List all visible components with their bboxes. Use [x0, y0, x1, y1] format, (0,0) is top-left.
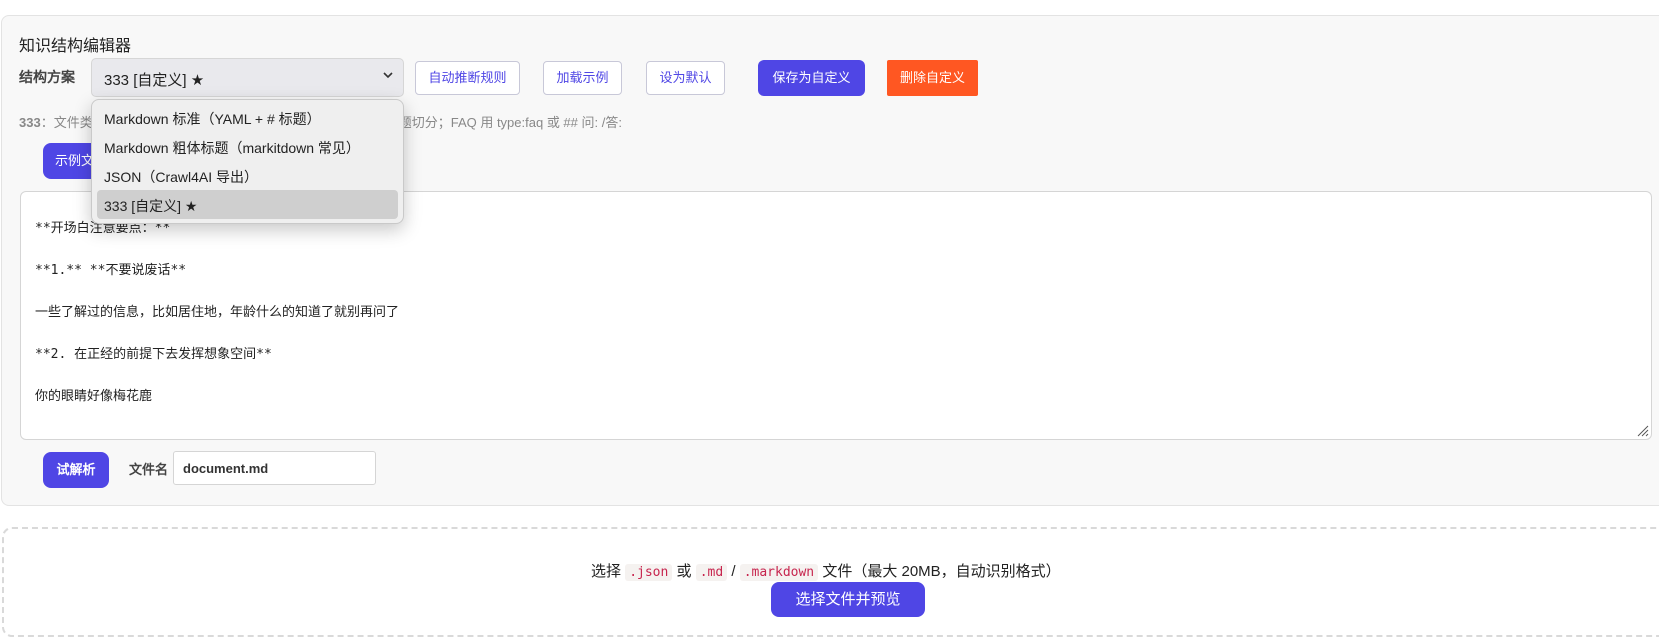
hint-scheme-name: 333: [19, 115, 41, 130]
chevron-down-icon: [383, 67, 393, 83]
ext-md: .md: [695, 564, 728, 581]
text-line: 你的眼睛好像梅花鹿: [35, 389, 153, 404]
hint-suffix: 题切分；FAQ 用 type:faq 或 ## 问: /答:: [398, 115, 622, 130]
source-textarea[interactable]: **开场白注意要点：** **1.** **不要说废话** 一些了解过的信息，比…: [20, 191, 1652, 440]
text-line: **1.** **不要说废话**: [35, 263, 187, 278]
scheme-label: 结构方案: [19, 69, 75, 85]
upload-slash: /: [731, 563, 736, 580]
upload-instructions: 选择 .json 或 .md / .markdown 文件（最大 20MB，自动…: [591, 560, 1061, 581]
text-line: 一些了解过的信息，比如居住地，年龄什么的知道了就别再问了: [35, 305, 400, 320]
filename-label: 文件名: [129, 462, 169, 477]
delete-custom-button[interactable]: 删除自定义: [887, 60, 978, 96]
select-file-button[interactable]: 选择文件并预览: [771, 582, 925, 617]
resize-grip-icon[interactable]: [1635, 423, 1649, 437]
hint-prefix: ：文件类: [40, 115, 93, 130]
panel-title: 知识结构编辑器: [19, 38, 132, 55]
dropdown-option[interactable]: JSON（Crawl4AI 导出）: [97, 161, 398, 190]
try-parse-button[interactable]: 试解析: [43, 452, 109, 488]
set-default-button[interactable]: 设为默认: [646, 61, 725, 95]
scheme-selected-value: 333 [自定义] ★: [104, 72, 205, 89]
dropdown-option[interactable]: Markdown 标准（YAML + # 标题）: [97, 103, 398, 132]
upload-or: 或: [676, 563, 692, 580]
save-custom-button[interactable]: 保存为自定义: [758, 60, 865, 96]
ext-markdown: .markdown: [739, 564, 819, 581]
scheme-select[interactable]: 333 [自定义] ★: [91, 58, 404, 97]
scheme-dropdown: Markdown 标准（YAML + # 标题） Markdown 粗体标题（m…: [91, 99, 404, 224]
load-example-button[interactable]: 加载示例: [543, 61, 622, 95]
upload-text-after: 文件（最大 20MB，自动识别格式）: [822, 563, 1061, 580]
upload-text-before: 选择: [591, 563, 622, 580]
text-line: **2. 在正经的前提下去发挥想象空间**: [35, 347, 272, 362]
auto-infer-button[interactable]: 自动推断规则: [415, 61, 520, 95]
dropdown-option[interactable]: Markdown 粗体标题（markitdown 常见）: [97, 132, 398, 161]
filename-input[interactable]: document.md: [173, 451, 376, 485]
ext-json: .json: [625, 564, 673, 581]
dropdown-option-selected[interactable]: 333 [自定义] ★: [97, 190, 398, 219]
